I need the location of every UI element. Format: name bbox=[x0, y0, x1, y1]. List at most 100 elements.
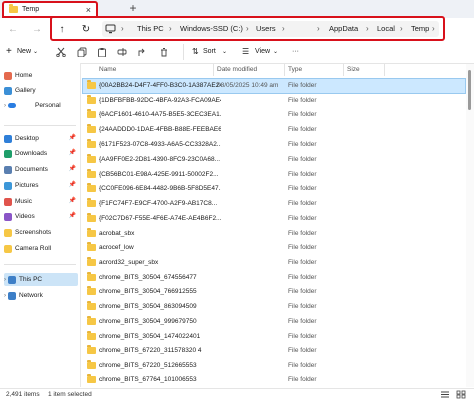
sidebar-item-label: Camera Roll bbox=[15, 245, 52, 252]
column-header-type[interactable]: Type bbox=[288, 64, 302, 76]
file-name: chrome_BITS_30504_863094509 bbox=[99, 303, 197, 310]
breadcrumb-users[interactable]: Users bbox=[256, 21, 276, 37]
sidebar-item-onedrive-personal[interactable]: › Personal bbox=[4, 99, 78, 112]
share-icon[interactable] bbox=[137, 47, 147, 57]
file-type: File folder bbox=[288, 156, 317, 163]
file-row[interactable]: chrome_BITS_67220_311578320 4 File folder bbox=[83, 344, 465, 358]
file-row[interactable]: chrome_BITS_30504_863094509 File folder bbox=[83, 300, 465, 314]
file-type: File folder bbox=[288, 288, 317, 295]
address-dropdown-chevron-icon[interactable]: › bbox=[432, 21, 435, 37]
column-header-date-modified[interactable]: Date modified bbox=[217, 64, 257, 76]
scrollbar-thumb[interactable] bbox=[468, 70, 471, 110]
chevron-right-icon[interactable]: › bbox=[4, 293, 6, 299]
sidebar-item-pictures[interactable]: Pictures 📌 bbox=[4, 179, 78, 192]
sidebar-item-gallery[interactable]: Gallery bbox=[4, 84, 78, 97]
file-row[interactable]: chrome_BITS_30504_766912555 File folder bbox=[83, 285, 465, 299]
sidebar-item-label: Downloads bbox=[15, 150, 48, 157]
file-row[interactable]: chrome_BITS_67764_101006553 File folder bbox=[83, 373, 465, 387]
file-row[interactable]: {1DBFBFBB-92DC-4BFA-92A3-FCA09AE4... File… bbox=[83, 94, 465, 108]
file-row[interactable]: chrome_BITS_30504_674556477 File folder bbox=[83, 271, 465, 285]
sidebar-item-screenshots[interactable]: Screenshots bbox=[4, 226, 78, 239]
file-name: {F1FC74F7-E9CF-4700-A2F9-AB17C8... bbox=[99, 200, 218, 207]
file-row[interactable]: {CC0FE096-6E84-4482-9B6B-5F8D5E47... File… bbox=[83, 182, 465, 196]
tab-close-icon[interactable]: × bbox=[86, 5, 91, 15]
file-row[interactable]: {F02C7D67-F55E-4F6E-A74E-AE4B6F2... File … bbox=[83, 212, 465, 226]
column-header-name[interactable]: Name bbox=[99, 64, 116, 76]
view-button[interactable]: View bbox=[255, 45, 270, 59]
folder-icon bbox=[87, 374, 96, 383]
file-type: File folder bbox=[288, 97, 317, 104]
file-row[interactable]: acrobat_sbx File folder bbox=[83, 227, 465, 241]
file-row[interactable]: {CB56BC01-E98A-425E-9911-50002F2... File … bbox=[83, 168, 465, 182]
pictures-icon bbox=[4, 181, 12, 190]
delete-icon[interactable] bbox=[159, 47, 169, 57]
paste-icon[interactable] bbox=[97, 47, 107, 57]
file-name: {AA9FF0E2-2D81-4390-8FC9-23C0A68... bbox=[99, 156, 221, 163]
sidebar-item-downloads[interactable]: Downloads 📌 bbox=[4, 147, 78, 160]
chevron-right-icon[interactable]: › bbox=[4, 277, 6, 283]
new-button[interactable]: New bbox=[17, 45, 31, 59]
file-row[interactable]: {AA9FF0E2-2D81-4390-8FC9-23C0A68... File … bbox=[83, 153, 465, 167]
file-type: File folder bbox=[288, 362, 317, 369]
new-tab-button[interactable]: + bbox=[126, 1, 140, 15]
rename-icon[interactable] bbox=[117, 47, 127, 57]
file-row[interactable]: acrocef_low File folder bbox=[83, 241, 465, 255]
file-row[interactable]: {24AADDD0-1DAE-4FBB-B88E-FEEBAE6... File … bbox=[83, 123, 465, 137]
file-row[interactable]: acrord32_super_sbx File folder bbox=[83, 256, 465, 270]
file-row[interactable]: chrome_BITS_30504_999679750 File folder bbox=[83, 315, 465, 329]
file-row[interactable]: {6171F523-07C8-4933-A6A5-CC3328A2... File… bbox=[83, 138, 465, 152]
desktop-icon bbox=[4, 134, 12, 143]
tiles-view-icon[interactable] bbox=[456, 390, 466, 399]
sidebar-item-music[interactable]: Music 📌 bbox=[4, 195, 78, 208]
column-separator[interactable] bbox=[343, 64, 344, 76]
sidebar-item-home[interactable]: Home bbox=[4, 69, 78, 82]
tab-title: Temp bbox=[22, 6, 40, 13]
sidebar-item-videos[interactable]: Videos 📌 bbox=[4, 210, 78, 223]
breadcrumb-local[interactable]: Local bbox=[377, 21, 395, 37]
item-count: 2,491 items bbox=[6, 391, 40, 398]
column-separator[interactable] bbox=[384, 64, 385, 76]
sort-button[interactable]: Sort bbox=[203, 45, 216, 59]
back-arrow-icon[interactable]: ← bbox=[6, 23, 20, 37]
file-row[interactable]: {6ACF1601-4610-4A75-B5E5-3CEC3EA1... File… bbox=[83, 108, 465, 122]
column-header-size[interactable]: Size bbox=[347, 64, 360, 76]
pin-icon: 📌 bbox=[68, 198, 76, 204]
file-row[interactable]: {00A2BB24-D4F7-4FF0-B3C0-1A387AE24... 08/… bbox=[82, 78, 466, 94]
breadcrumb-windows-ssd[interactable]: Windows-SSD (C:) bbox=[180, 21, 243, 37]
sidebar-item-documents[interactable]: Documents 📌 bbox=[4, 163, 78, 176]
file-type: File folder bbox=[288, 259, 317, 266]
file-name: acrobat_sbx bbox=[99, 230, 135, 237]
column-separator[interactable] bbox=[284, 64, 285, 76]
chevron-down-icon[interactable]: ⌄ bbox=[273, 45, 278, 59]
sidebar-item-this-pc[interactable]: › This PC bbox=[4, 273, 78, 286]
more-options-button[interactable]: ··· bbox=[292, 45, 299, 59]
sidebar-item-desktop[interactable]: Desktop 📌 bbox=[4, 132, 78, 145]
sidebar-item-network[interactable]: › Network bbox=[4, 289, 78, 302]
chevron-right-icon[interactable]: › bbox=[4, 103, 6, 109]
file-name: {24AADDD0-1DAE-4FBB-B88E-FEEBAE6... bbox=[99, 126, 221, 133]
file-row[interactable]: {F1FC74F7-E9CF-4700-A2F9-AB17C8... File f… bbox=[83, 197, 465, 211]
folder-icon bbox=[87, 316, 96, 325]
chevron-down-icon[interactable]: ⌄ bbox=[33, 45, 38, 59]
breadcrumb-this-pc[interactable]: This PC bbox=[137, 21, 164, 37]
sidebar-item-camera-roll[interactable]: Camera Roll bbox=[4, 242, 78, 255]
sidebar-divider bbox=[4, 125, 76, 126]
forward-arrow-icon[interactable]: → bbox=[30, 23, 44, 37]
file-row[interactable]: chrome_BITS_30504_1474022401 File folder bbox=[83, 330, 465, 344]
sidebar-item-label: Screenshots bbox=[15, 229, 52, 236]
breadcrumb-appdata[interactable]: AppData bbox=[329, 21, 358, 37]
copy-icon[interactable] bbox=[77, 47, 87, 57]
file-type: File folder bbox=[288, 318, 317, 325]
folder-icon bbox=[87, 301, 96, 310]
home-icon bbox=[4, 71, 12, 80]
sidebar-item-label: Documents bbox=[15, 166, 48, 173]
breadcrumb-temp[interactable]: Temp bbox=[411, 21, 429, 37]
details-view-icon[interactable] bbox=[440, 390, 450, 399]
column-separator[interactable] bbox=[213, 64, 214, 76]
vertical-scrollbar[interactable] bbox=[466, 64, 474, 387]
view-icon: ☰ bbox=[242, 47, 250, 56]
cut-icon[interactable] bbox=[56, 47, 66, 57]
chevron-down-icon[interactable]: ⌄ bbox=[222, 45, 227, 59]
file-row[interactable]: chrome_BITS_67220_512665553 File folder bbox=[83, 359, 465, 373]
file-name: chrome_BITS_67220_311578320 4 bbox=[99, 347, 202, 354]
